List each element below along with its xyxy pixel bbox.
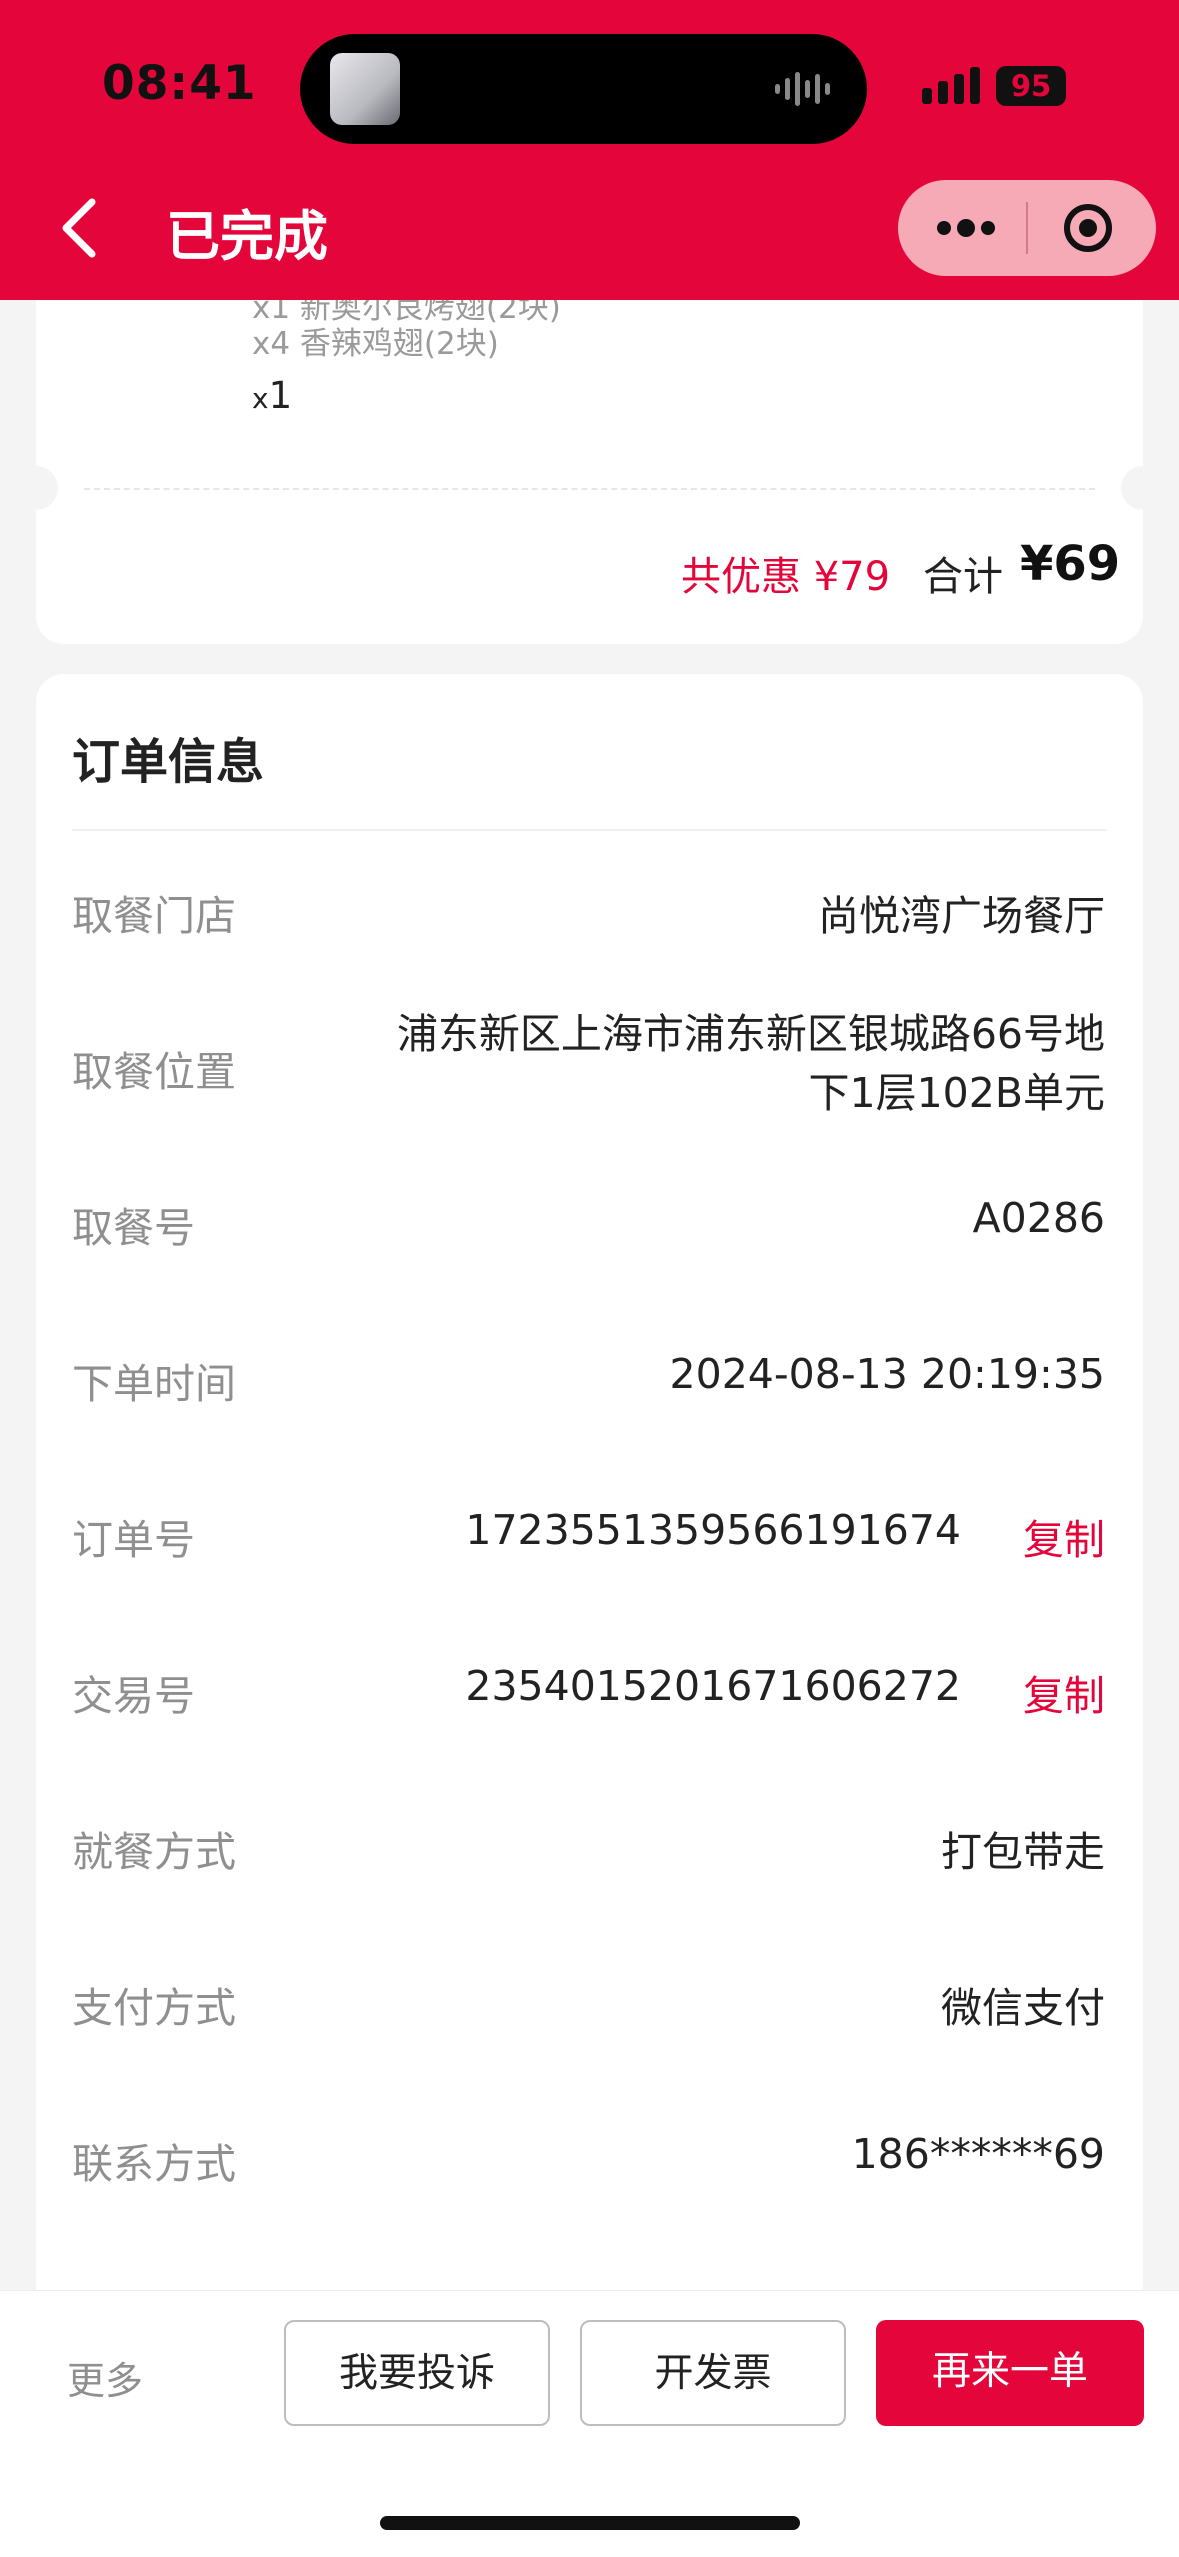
more-dots-icon[interactable] [934, 204, 998, 252]
audio-wave-icon [775, 72, 830, 106]
contact-label: 联系方式 [72, 2140, 236, 2188]
store-label: 取餐门店 [72, 892, 236, 940]
location-line-1: 浦东新区上海市浦东新区银城路66号地 [396, 1010, 1105, 1058]
pickup-number-value: A0286 [972, 1194, 1105, 1242]
ticket-notch-right [1121, 466, 1165, 510]
invoice-button[interactable]: 开发票 [580, 2320, 846, 2426]
ticket-notch-left [14, 466, 58, 510]
dining-method-value: 打包带走 [941, 1828, 1105, 1876]
home-indicator[interactable] [380, 2516, 800, 2530]
quantity-value: 1 [268, 374, 293, 417]
quantity-prefix: x [252, 382, 269, 415]
location-label: 取餐位置 [72, 1048, 236, 1096]
store-value: 尚悦湾广场餐厅 [818, 892, 1105, 940]
battery-indicator: 95 [996, 66, 1066, 106]
dining-method-label: 就餐方式 [72, 1828, 236, 1876]
now-playing-thumbnail [330, 53, 400, 125]
mini-program-capsule [898, 180, 1156, 276]
status-time: 08:41 [102, 56, 257, 111]
copy-order-number-button[interactable]: 复制 [1023, 1506, 1105, 1566]
section-divider [72, 829, 1107, 831]
dynamic-island [300, 34, 867, 144]
item-line: x4 香辣鸡翅(2块) [252, 326, 499, 362]
reorder-button[interactable]: 再来一单 [876, 2320, 1144, 2426]
transaction-number-value: 2354015201671606272 [465, 1662, 961, 1710]
dashed-divider [84, 488, 1095, 490]
page-title: 已完成 [166, 205, 328, 268]
back-arrow-icon[interactable] [56, 196, 106, 260]
location-line-2: 下1层102B单元 [808, 1069, 1105, 1117]
close-target-icon[interactable] [1062, 202, 1114, 254]
cellular-signal-icon [922, 67, 980, 104]
discount-amount: 共优惠 ¥79 [681, 554, 891, 600]
complain-button[interactable]: 我要投诉 [284, 2320, 550, 2426]
item-quantity: x1 [252, 374, 292, 417]
order-number-value: 1723551359566191674 [465, 1506, 961, 1554]
order-time-value: 2024-08-13 20:19:35 [669, 1350, 1105, 1398]
pickup-number-label: 取餐号 [72, 1204, 195, 1252]
total-label: 合计 [923, 554, 1003, 600]
copy-transaction-number-button[interactable]: 复制 [1023, 1662, 1105, 1722]
transaction-number-label: 交易号 [72, 1672, 195, 1720]
app-header: 08:41 95 已完成 [0, 0, 1179, 300]
total-value: ¥69 [1020, 536, 1121, 592]
order-time-label: 下单时间 [72, 1360, 236, 1408]
location-value: 浦东新区上海市浦东新区银城路66号地下1层102B单元 [397, 1005, 1105, 1123]
capsule-divider [1026, 202, 1028, 254]
payment-method-value: 微信支付 [941, 1984, 1105, 2032]
contact-value: 186******69 [851, 2130, 1105, 2178]
order-info-title: 订单信息 [72, 734, 265, 790]
more-button[interactable]: 更多 [67, 2350, 143, 2405]
order-number-label: 订单号 [72, 1516, 195, 1564]
payment-method-label: 支付方式 [72, 1984, 236, 2032]
